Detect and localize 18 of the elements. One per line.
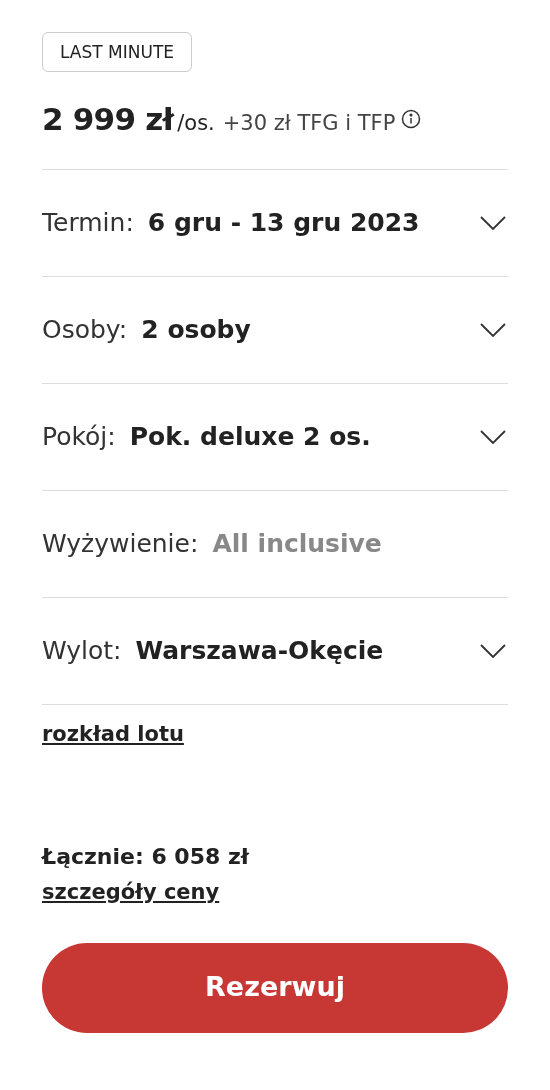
chevron-down-icon bbox=[480, 215, 506, 230]
chevron-down-icon bbox=[480, 322, 506, 337]
flight-schedule-link[interactable]: rozkład lotu bbox=[42, 721, 184, 746]
price-details-link[interactable]: szczegóły ceny bbox=[42, 880, 220, 904]
total-price: Łącznie: 6 058 zł bbox=[42, 843, 250, 871]
fee-note: +30 zł TFG i TFP bbox=[222, 110, 396, 137]
price: 2 999 zł bbox=[42, 100, 174, 139]
per-person-label: /os. bbox=[177, 110, 215, 137]
option-dropdown[interactable]: Osoby: 2 osoby bbox=[42, 276, 508, 384]
chevron-down-icon bbox=[480, 643, 506, 658]
option-dropdown[interactable]: Wylot: Warszawa-Okęcie bbox=[42, 597, 508, 705]
option-dropdown[interactable]: Pokój: Pok. deluxe 2 os. bbox=[42, 383, 508, 491]
chevron-down-icon bbox=[480, 429, 506, 444]
info-icon[interactable] bbox=[401, 109, 422, 130]
option-dropdown[interactable]: Termin: 6 gru - 13 gru 2023 bbox=[42, 169, 508, 277]
book-button[interactable]: Rezerwuj bbox=[42, 942, 508, 1033]
option-row: Wyżywienie: All inclusive bbox=[42, 490, 508, 598]
last-minute-badge: LAST MINUTE bbox=[42, 32, 193, 72]
